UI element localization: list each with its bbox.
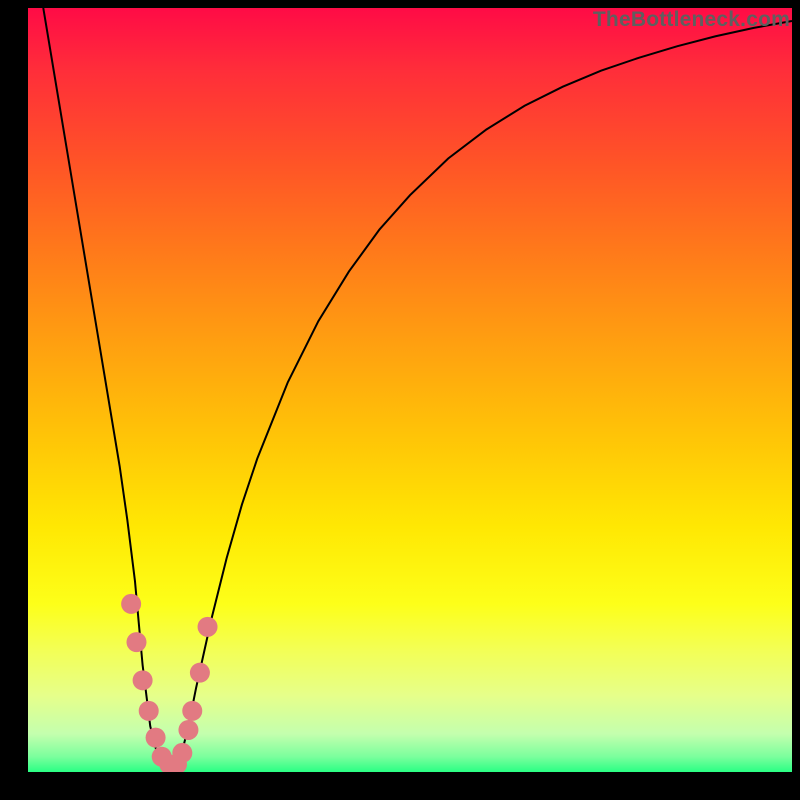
marker-dot: [172, 743, 192, 763]
curve-overlay: [28, 8, 792, 772]
marker-dot: [198, 617, 218, 637]
marker-dot: [190, 663, 210, 683]
marker-dot: [178, 720, 198, 740]
marker-dot: [139, 701, 159, 721]
marker-dot: [133, 670, 153, 690]
marker-dot: [126, 632, 146, 652]
marker-points: [121, 594, 217, 772]
marker-dot: [146, 728, 166, 748]
bottleneck-curve: [43, 8, 792, 768]
chart-root: TheBottleneck.com: [0, 0, 800, 800]
marker-dot: [121, 594, 141, 614]
attribution-watermark: TheBottleneck.com: [593, 8, 790, 32]
marker-dot: [182, 701, 202, 721]
